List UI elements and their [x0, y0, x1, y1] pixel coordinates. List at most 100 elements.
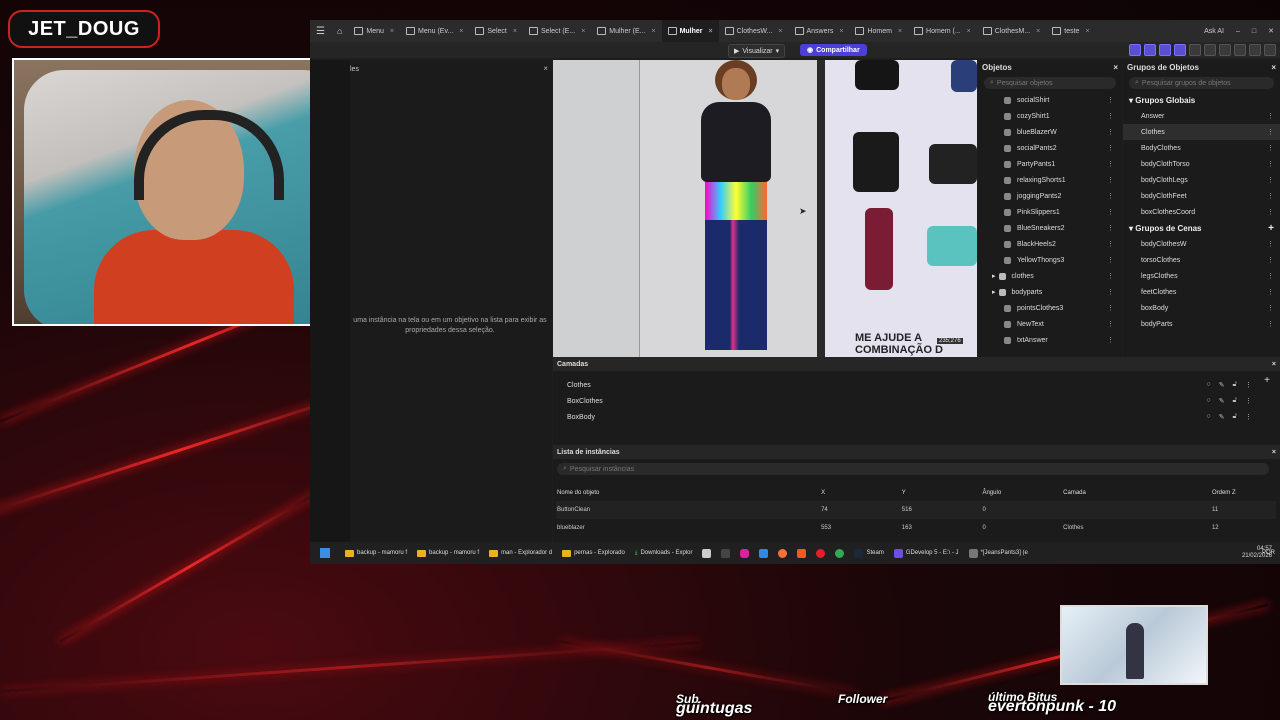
more-icon[interactable]: ⋮ — [1107, 96, 1114, 104]
column-header[interactable]: X — [820, 485, 901, 501]
undo-icon[interactable] — [1204, 44, 1216, 56]
group-item[interactable]: Answer ⋮ — [1123, 108, 1280, 124]
close-icon[interactable]: × — [967, 28, 971, 35]
object-item[interactable]: socialPants2 ⋮ — [978, 140, 1122, 156]
taskbar-app[interactable]: *[JeansPants3] (e — [964, 542, 1033, 564]
scene-canvas[interactable]: ME AJUDE A COMBINAÇÃO D 235;276 ➤ — [553, 60, 977, 357]
ask-ai-button[interactable]: Ask AI — [1198, 20, 1230, 42]
more-icon[interactable] — [1264, 44, 1276, 56]
more-icon[interactable]: ⋮ — [1107, 176, 1114, 184]
objects-search[interactable]: ⌕ Pesquisar objetos — [984, 77, 1116, 89]
more-icon[interactable]: ⋮ — [1107, 304, 1114, 312]
more-icon[interactable]: ⋮ — [1245, 397, 1252, 405]
group-item[interactable]: bodyClothesW ⋮ — [1123, 236, 1280, 252]
group-item[interactable]: Clothes ⋮ — [1123, 124, 1280, 140]
tab-6[interactable]: ClothesW... × — [719, 20, 789, 42]
instagram-icon[interactable] — [735, 542, 754, 564]
object-item[interactable]: relaxingShorts1 ⋮ — [978, 172, 1122, 188]
zoom-icon[interactable] — [1234, 44, 1246, 56]
object-item[interactable]: joggingPants2 ⋮ — [978, 188, 1122, 204]
object-item[interactable]: txtAnswer ⋮ — [978, 332, 1122, 348]
edit-icon[interactable]: ✎ — [1219, 397, 1225, 405]
group-item[interactable]: boxBody ⋮ — [1123, 300, 1280, 316]
more-icon[interactable]: ⋮ — [1107, 336, 1114, 344]
more-icon[interactable]: ⋮ — [1267, 128, 1274, 136]
add-icon[interactable]: + — [1268, 223, 1274, 234]
group-item[interactable]: torsoClothes ⋮ — [1123, 252, 1280, 268]
taskbar-window[interactable]: backup - mamoru f — [340, 542, 412, 564]
chrome-icon[interactable] — [830, 542, 849, 564]
edit-icon[interactable]: ✎ — [1219, 381, 1225, 389]
lock-icon[interactable]: 🔓︎ — [1232, 381, 1237, 389]
maximize-icon[interactable]: □ — [1246, 20, 1262, 42]
properties-panel-icon[interactable] — [1159, 44, 1171, 56]
character-sprite[interactable] — [693, 60, 779, 357]
firefox-icon[interactable] — [773, 542, 792, 564]
object-item[interactable]: pointsClothes3 ⋮ — [978, 300, 1122, 316]
close-icon[interactable]: × — [459, 28, 463, 35]
group-item[interactable]: legsClothes ⋮ — [1123, 268, 1280, 284]
close-icon[interactable]: × — [543, 64, 548, 73]
opera-icon[interactable] — [811, 542, 830, 564]
home-icon[interactable]: ⌂ — [331, 20, 348, 42]
group-item[interactable]: bodyClothLegs ⋮ — [1123, 172, 1280, 188]
close-icon[interactable]: × — [1085, 28, 1089, 35]
more-icon[interactable]: ⋮ — [1267, 160, 1274, 168]
more-icon[interactable]: ⋮ — [1267, 240, 1274, 248]
sneakers-sprite[interactable] — [927, 226, 977, 266]
layer-row[interactable]: Clothes ○ ✎ 🔓︎ ⋮ — [553, 377, 1280, 393]
more-icon[interactable]: ⋮ — [1107, 160, 1114, 168]
redo-icon[interactable] — [1219, 44, 1231, 56]
more-icon[interactable]: ⋮ — [1267, 288, 1274, 296]
close-icon[interactable]: × — [651, 28, 655, 35]
tab-10[interactable]: ClothesM... × — [977, 20, 1047, 42]
grid-icon[interactable] — [1189, 44, 1201, 56]
more-icon[interactable]: ⋮ — [1267, 192, 1274, 200]
more-icon[interactable]: ⋮ — [1107, 256, 1114, 264]
close-icon[interactable]: × — [1271, 63, 1276, 72]
more-icon[interactable]: ⋮ — [1267, 272, 1274, 280]
close-icon[interactable]: × — [1036, 28, 1040, 35]
more-icon[interactable]: ⋮ — [1107, 320, 1114, 328]
minimize-icon[interactable]: – — [1230, 20, 1246, 42]
more-icon[interactable]: ⋮ — [1107, 224, 1114, 232]
calculator-icon[interactable] — [697, 542, 716, 564]
layer-row[interactable]: BoxBody ○ ✎ 🔓︎ ⋮ — [553, 409, 1280, 425]
shirt-sprite[interactable] — [855, 60, 899, 90]
menu-hamburger-icon[interactable]: ☰ — [310, 20, 331, 42]
visibility-icon[interactable]: ○ — [1206, 413, 1210, 421]
object-item[interactable]: ▸ bodyparts ⋮ — [978, 284, 1122, 300]
object-item[interactable]: YellowThongs3 ⋮ — [978, 252, 1122, 268]
more-icon[interactable]: ⋮ — [1267, 320, 1274, 328]
global-groups-header[interactable]: ▾ Grupos Globais — [1123, 92, 1280, 108]
more-icon[interactable]: ⋮ — [1107, 240, 1114, 248]
tab-2[interactable]: Select × — [469, 20, 523, 42]
more-icon[interactable]: ⋮ — [1107, 208, 1114, 216]
chevron-down-icon[interactable]: ▾ — [776, 47, 780, 55]
preview-button[interactable]: ▶ Visualizar ▾ — [728, 44, 786, 58]
table-row[interactable]: ButtonClean 74 516 0 11 — [556, 501, 1276, 519]
taskbar-window[interactable]: ⤓ Downloads - Explor — [630, 542, 698, 564]
column-header[interactable]: Ângulo — [981, 485, 1062, 501]
blazer-sprite[interactable] — [853, 132, 899, 192]
close-icon[interactable]: × — [390, 28, 394, 35]
heels-sprite[interactable] — [929, 144, 977, 184]
window-close-icon[interactable]: ✕ — [1262, 20, 1280, 42]
group-item[interactable]: boxClothesCoord ⋮ — [1123, 204, 1280, 220]
more-icon[interactable]: ⋮ — [1107, 272, 1114, 280]
instances-search[interactable]: ⌕ Pesquisar instâncias — [557, 463, 1269, 475]
object-item[interactable]: BlueSneakers2 ⋮ — [978, 220, 1122, 236]
tab-0[interactable]: Menu × — [348, 20, 400, 42]
close-icon[interactable]: × — [709, 28, 713, 35]
lock-icon[interactable]: 🔓︎ — [1232, 397, 1237, 405]
groups-panel-icon[interactable] — [1144, 44, 1156, 56]
close-icon[interactable]: × — [839, 28, 843, 35]
scene-groups-header[interactable]: ▾ Grupos de Cenas + — [1123, 220, 1280, 236]
tab-11[interactable]: teste × — [1046, 20, 1095, 42]
taskbar-window[interactable]: backup - mamoru f — [412, 542, 484, 564]
paint-app-icon[interactable] — [754, 542, 773, 564]
column-header[interactable]: Camada — [1062, 485, 1211, 501]
pink-pants-sprite[interactable] — [865, 208, 893, 290]
more-icon[interactable]: ⋮ — [1267, 208, 1274, 216]
object-item[interactable]: socialShirt ⋮ — [978, 92, 1122, 108]
